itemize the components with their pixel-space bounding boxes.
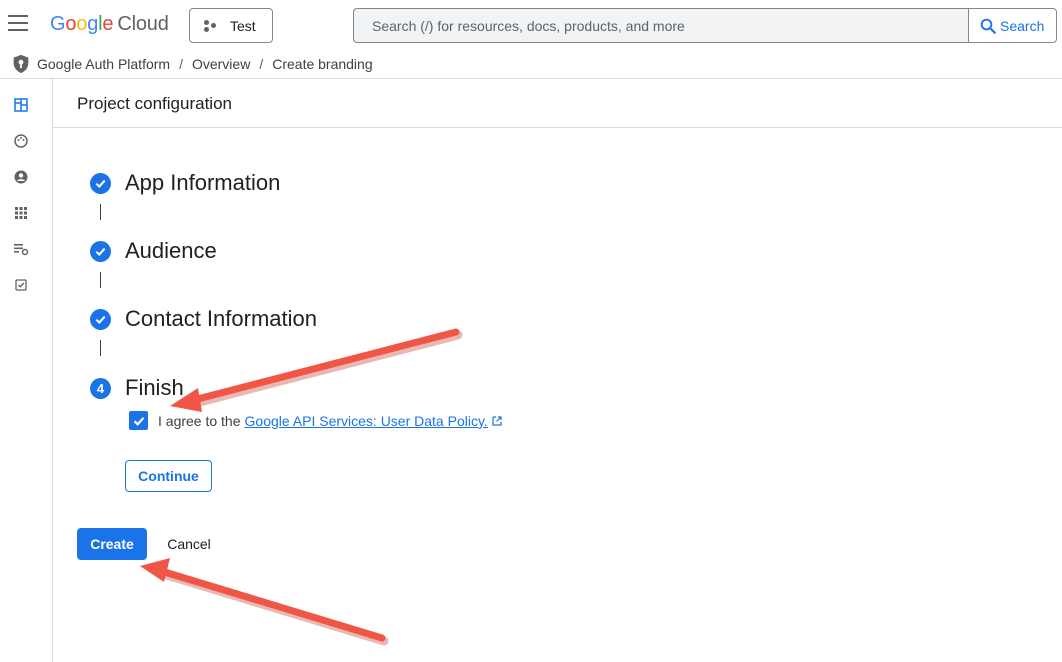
search-box (353, 8, 969, 43)
step-label: Contact Information (125, 306, 317, 331)
continue-button[interactable]: Continue (125, 460, 212, 492)
annotation-arrow-create (140, 558, 389, 646)
google-cloud-logo[interactable]: Google Cloud (50, 13, 169, 36)
account-circle-icon[interactable] (13, 169, 29, 185)
breadcrumb: Google Auth Platform / Overview / Create… (0, 50, 1062, 79)
search-button[interactable]: Search (968, 8, 1057, 43)
step-label: App Information (125, 170, 281, 195)
step-connector (100, 340, 101, 356)
breadcrumb-separator: / (259, 56, 264, 72)
create-button[interactable]: Create (77, 528, 147, 560)
breadcrumb-item-auth-platform[interactable]: Google Auth Platform (37, 56, 170, 72)
annotation-arrow-checkbox (170, 328, 463, 412)
agree-checkbox[interactable] (129, 411, 148, 430)
shield-icon (13, 54, 29, 74)
apps-grid-icon[interactable] (13, 205, 29, 221)
step-label: Audience (125, 238, 217, 263)
top-bar: Google Cloud Test Search (0, 0, 1062, 50)
search-input[interactable] (354, 9, 969, 42)
step-contact-information[interactable]: Contact Information (90, 306, 317, 332)
step-label: Finish (125, 375, 184, 400)
palette-icon[interactable] (13, 133, 29, 149)
user-data-policy-link[interactable]: Google API Services: User Data Policy. (245, 413, 488, 429)
breadcrumb-separator: / (179, 56, 183, 72)
page-header: Project configuration (53, 79, 1062, 128)
check-circle-icon (90, 172, 111, 194)
cancel-button[interactable]: Cancel (157, 528, 221, 560)
agree-label: I agree to the (158, 412, 241, 429)
checklist-icon[interactable] (13, 277, 29, 293)
check-circle-icon (90, 240, 111, 262)
external-link-icon (492, 415, 502, 426)
menu-icon[interactable] (8, 15, 28, 33)
check-circle-icon (90, 308, 111, 330)
left-nav-rail (0, 79, 53, 662)
step-app-information[interactable]: App Information (90, 170, 280, 196)
project-name: Test (230, 17, 256, 34)
step-connector (100, 272, 101, 288)
breadcrumb-item-create-branding: Create branding (272, 56, 373, 72)
search-button-label: Search (1000, 17, 1045, 34)
step-number: 4 (90, 377, 111, 399)
project-picker-button[interactable]: Test (189, 8, 273, 43)
settings-list-icon[interactable] (13, 241, 29, 257)
step-audience[interactable]: Audience (90, 238, 217, 264)
step-finish[interactable]: 4 Finish (90, 375, 184, 401)
agreement-row: I agree to the Google API Services: User… (129, 411, 503, 430)
breadcrumb-item-overview[interactable]: Overview (192, 56, 250, 72)
page-title: Project configuration (77, 94, 232, 113)
project-icon (204, 19, 216, 32)
checkmark-icon (133, 416, 144, 426)
step-connector (100, 204, 101, 220)
search-icon (980, 18, 996, 34)
dashboard-icon[interactable] (13, 97, 29, 113)
